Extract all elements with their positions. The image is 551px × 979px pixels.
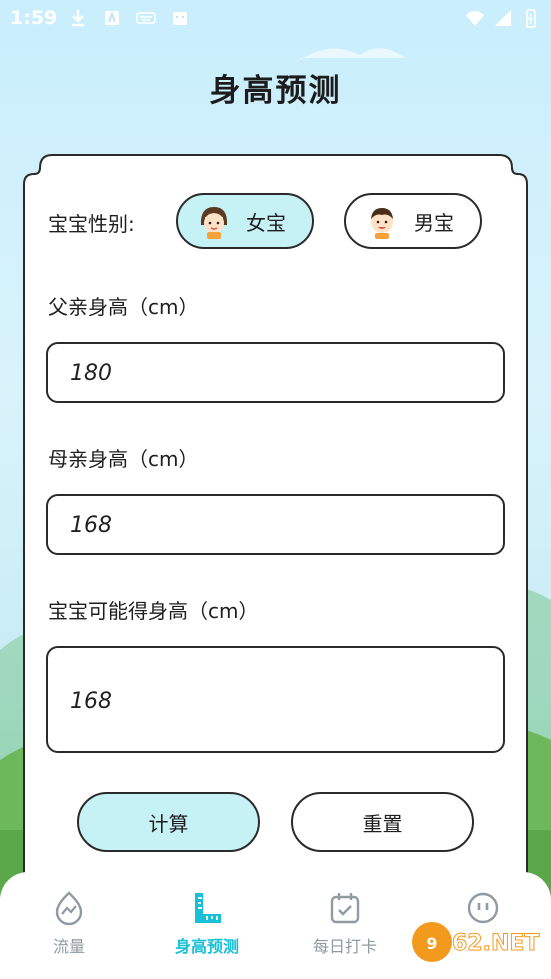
status-time: 1:59 [10, 7, 58, 29]
father-height-label: 父亲身高（cm） [48, 295, 199, 319]
mother-height-value: 168 [70, 513, 112, 538]
tab-traffic[interactable]: 流量 [0, 872, 138, 979]
android-icon [173, 12, 187, 25]
gender-label: 宝宝性别: [48, 212, 135, 236]
watermark-graphic: 9 62.NET 乐游网 [412, 922, 540, 973]
calendar-check-icon [330, 893, 360, 924]
gender-option-boy-label: 男宝 [414, 210, 454, 235]
tab-daily-checkin[interactable]: 每日打卡 [276, 872, 414, 979]
battery-icon [526, 9, 536, 28]
result-height-field[interactable]: 168 [46, 646, 505, 753]
boy-avatar-icon [371, 208, 393, 239]
girl-avatar-icon [200, 207, 228, 239]
gender-option-boy[interactable]: 男宝 [344, 193, 482, 249]
calculate-button[interactable]: 计算 [77, 792, 260, 852]
tab-traffic-label: 流量 [52, 937, 85, 956]
father-height-value: 180 [70, 361, 112, 386]
tab-height-prediction-label: 身高预测 [174, 937, 239, 956]
mother-height-label: 母亲身高（cm） [48, 447, 199, 471]
page-title: 身高预测 [209, 73, 342, 109]
traffic-icon [55, 891, 83, 926]
status-notification-icons [68, 8, 190, 28]
result-height-value: 168 [70, 689, 112, 714]
status-system-icons [465, 8, 541, 28]
gender-option-girl[interactable]: 女宝 [176, 193, 314, 249]
gender-option-girl-label: 女宝 [246, 210, 286, 235]
result-height-label: 宝宝可能得身高（cm） [48, 599, 259, 623]
svg-text:乐游网: 乐游网 [490, 957, 532, 972]
tab-daily-checkin-label: 每日打卡 [312, 937, 377, 956]
mother-height-input[interactable]: 168 [46, 494, 505, 555]
reset-button[interactable]: 重置 [291, 792, 474, 852]
tab-height-prediction[interactable]: 身高预测 [138, 872, 276, 979]
app-notification-icon [105, 11, 119, 25]
father-height-input[interactable]: 180 [46, 342, 505, 403]
ruler-icon [195, 893, 221, 923]
svg-text:9: 9 [426, 934, 437, 953]
keyboard-icon [136, 12, 156, 24]
wifi-icon [466, 11, 484, 26]
download-icon [72, 10, 84, 27]
signal-icon [495, 10, 511, 26]
status-bar: 1:59 [0, 0, 551, 38]
svg-text:62.NET: 62.NET [452, 931, 539, 956]
watermark-logo: 9 62.NET 乐游网 [410, 920, 548, 973]
